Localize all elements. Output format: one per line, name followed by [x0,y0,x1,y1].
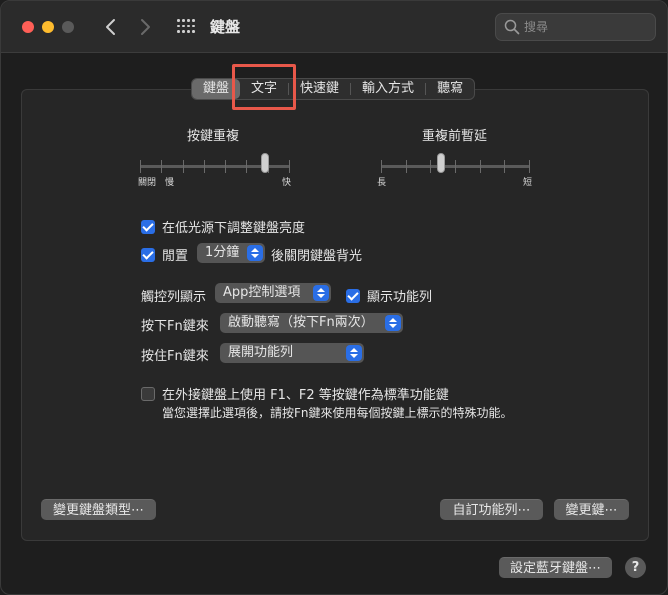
adjust-brightness-label: 在低光源下調整鍵盤亮度 [162,221,306,236]
function-keys-row: 在外接鍵盤上使用 F1、F2 等按鍵作為標準功能鍵 [141,384,449,403]
delay-short-label: 短 [523,178,533,188]
hold-fn-value: 展開功能列 [228,345,294,360]
backlight-duration-popup[interactable]: 1分鐘 [197,243,265,263]
forward-button[interactable] [135,14,155,40]
backlight-off-label: 後關閉鍵盤背光 [271,249,363,264]
delay-long-label: 長 [377,178,387,188]
show-fn-row: 顯示功能列 [346,286,432,305]
modifier-keys-button[interactable]: 變更鍵⋯ [554,499,629,520]
slider-tick [246,160,247,173]
close-button[interactable] [22,21,34,33]
adjust-brightness-row: 在低光源下調整鍵盤亮度 [141,217,305,236]
press-fn-popup[interactable]: 啟動聽寫（按下Fn兩次） [220,313,403,333]
slider-tick [140,160,141,173]
tab-keyboard[interactable]: 鍵盤 [192,79,241,99]
preferences-window: 鍵盤 鍵盤 文字 快速鍵 輸入方式 聽寫 按鍵重複 關閉 慢 快 重複前暫延 長… [0,0,668,595]
show-all-grid-icon[interactable] [177,19,195,35]
function-keys-label: 在外接鍵盤上使用 F1、F2 等按鍵作為標準功能鍵 [162,388,449,403]
slider-tick [480,160,481,173]
window-title: 鍵盤 [210,18,241,36]
up-down-arrows-icon [247,245,263,261]
adjust-brightness-checkbox[interactable] [141,219,155,234]
tab-dictation[interactable]: 聽寫 [426,79,474,99]
search-input[interactable] [524,17,649,37]
slider-tick [225,160,226,173]
key-repeat-slider[interactable] [140,153,290,193]
slider-tick [289,160,290,173]
tab-bar: 鍵盤 文字 快速鍵 輸入方式 聽寫 [191,78,476,100]
title-bar: 鍵盤 [1,1,667,53]
delay-until-repeat-slider[interactable] [381,153,530,193]
chevron-right-icon [141,19,150,35]
customize-control-strip-button[interactable]: 自訂功能列⋯ [440,499,543,520]
slider-tick [183,160,184,173]
slider-tick [406,160,407,173]
slider-tick [161,160,162,173]
delay-until-repeat-title: 重複前暫延 [422,129,488,144]
slider-tick [504,160,505,173]
chevron-left-icon [106,19,115,35]
tab-text[interactable]: 文字 [240,79,288,99]
function-keys-subtext: 當您選擇此選項後，請按Fn鍵來使用每個按鍵上標示的特殊功能。 [162,406,513,420]
setup-bluetooth-keyboard-button[interactable]: 設定藍牙鍵盤⋯ [499,557,612,578]
slider-tick [455,160,456,173]
slider-tick [430,160,431,173]
backlight-off-row: 閒置 [141,245,188,264]
up-down-arrows-icon [346,345,362,361]
show-fn-checkbox[interactable] [346,288,360,303]
touch-bar-value: App控制選項 [223,285,301,300]
tab-shortcuts[interactable]: 快速鍵 [289,79,350,99]
backlight-off-checkbox[interactable] [141,247,155,262]
function-keys-checkbox[interactable] [141,386,155,401]
slider-tick [381,160,382,173]
slider-knob[interactable] [437,153,445,173]
hold-fn-label: 按住Fn鍵來 [141,349,209,364]
backlight-duration-value: 1分鐘 [205,245,240,260]
touch-bar-label: 觸控列顯示 [141,290,207,305]
key-repeat-title: 按鍵重複 [187,129,240,144]
press-fn-value: 啟動聽寫（按下Fn兩次） [228,315,374,330]
search-icon [504,19,520,35]
press-fn-label: 按下Fn鍵來 [141,319,209,334]
help-button[interactable]: ? [625,557,646,578]
up-down-arrows-icon [313,285,329,301]
search-field[interactable] [495,13,656,41]
minimize-button[interactable] [42,21,54,33]
key-repeat-fast-label: 快 [282,178,292,188]
key-repeat-off-label: 關閉 [138,178,157,188]
zoom-button[interactable] [62,21,74,33]
backlight-idle-label: 閒置 [162,249,189,264]
change-keyboard-type-button[interactable]: 變更鍵盤類型⋯ [41,499,156,520]
slider-knob[interactable] [261,153,269,173]
up-down-arrows-icon [385,315,401,331]
show-fn-label: 顯示功能列 [367,290,433,305]
key-repeat-slow-label: 慢 [165,178,175,188]
touch-bar-popup[interactable]: App控制選項 [215,283,331,303]
tab-input-sources[interactable]: 輸入方式 [351,79,425,99]
back-button[interactable] [101,14,121,40]
hold-fn-popup[interactable]: 展開功能列 [220,343,364,363]
slider-tick [204,160,205,173]
slider-tick [529,160,530,173]
